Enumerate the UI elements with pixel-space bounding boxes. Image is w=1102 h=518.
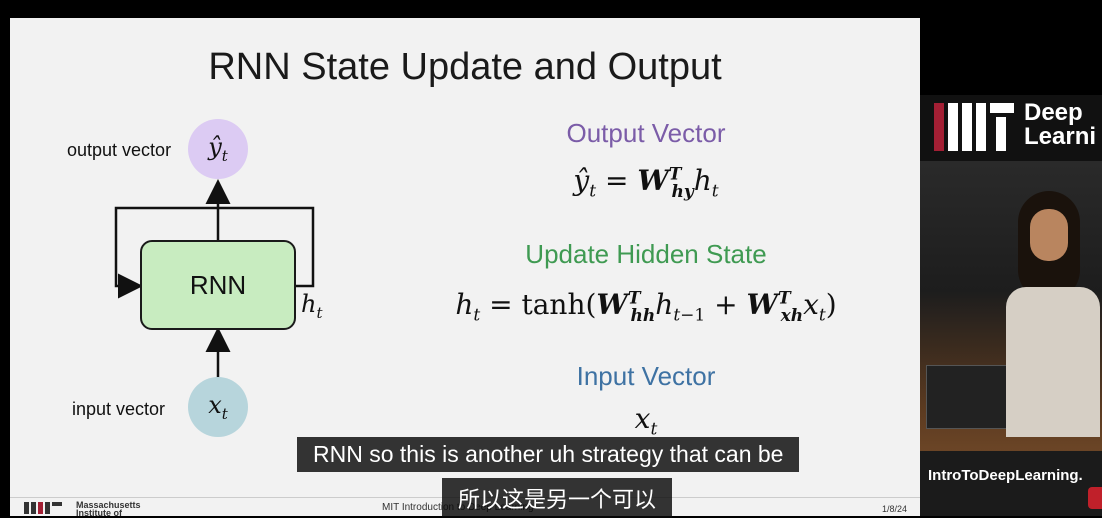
subtitle-chinese: 所以这是另一个可以: [442, 478, 673, 518]
input-vector-heading: Input Vector: [576, 361, 716, 391]
input-vector-label: input vector: [72, 399, 166, 419]
update-formula: ht = tanh(WThhht−1 + WTxhxt): [455, 288, 837, 326]
brand-text-line2: Learni: [1024, 123, 1097, 150]
mit-footer-logo: [24, 502, 64, 514]
x-symbol: xt: [208, 391, 228, 423]
input-circle: xt: [188, 377, 248, 437]
speaker-figure: [1000, 191, 1100, 441]
y-hat-symbol: ŷt: [208, 133, 228, 165]
subtitle-english: RNN so this is another uh strategy that …: [297, 437, 800, 472]
output-vector-heading: Output Vector: [566, 118, 726, 148]
output-vector-label: output vector: [67, 140, 172, 160]
mit-logo: [934, 103, 1020, 151]
footer-institute-line2: Institute of: [76, 508, 122, 516]
rnn-box: RNN: [140, 240, 296, 330]
footer-page-number: 1/8/24: [882, 504, 908, 514]
output-circle: ŷt: [188, 119, 248, 179]
presenter-video: Deep Learni IntroToDeepLearning.: [920, 95, 1102, 516]
brand-banner: Deep Learni: [920, 95, 1102, 161]
hidden-state-symbol: ht: [301, 290, 323, 322]
output-formula: ŷt = WThyht: [573, 164, 719, 202]
website-url: IntroToDeepLearning.: [928, 467, 1083, 484]
red-badge: [1088, 487, 1102, 509]
input-formula: xt: [634, 402, 658, 440]
update-hidden-state-heading: Update Hidden State: [525, 239, 767, 269]
